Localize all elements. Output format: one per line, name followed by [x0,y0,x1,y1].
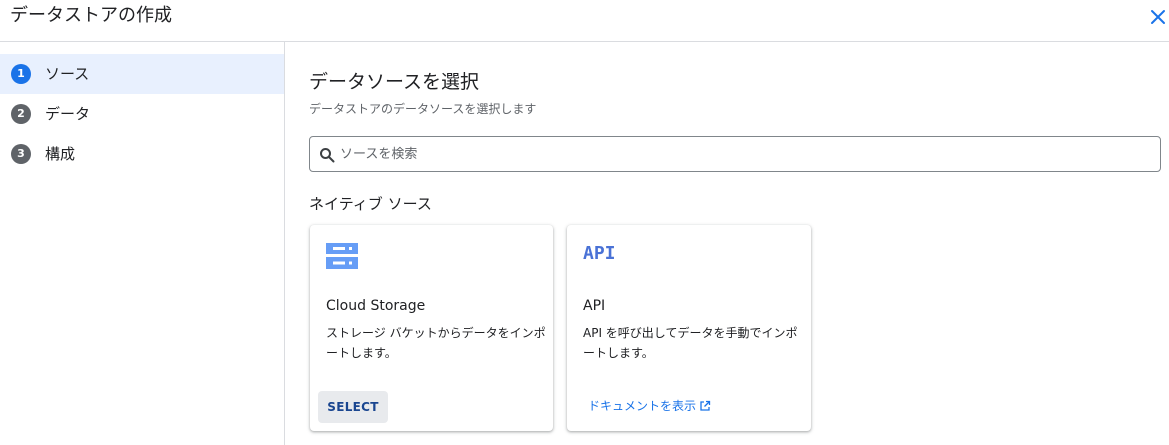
step-label: データ [45,105,91,123]
source-card-cloud-storage[interactable]: Cloud Storage ストレージ バケットからデータをインポートします。 … [310,225,553,431]
step-label: 構成 [45,145,76,163]
search-box [309,136,1161,172]
source-card-api[interactable]: API API API を呼び出してデータを手動でインポートします。 ドキュメン… [567,225,811,431]
api-icon-text: API [583,243,616,263]
step-label: ソース [45,65,90,83]
card-title: API [583,298,606,314]
step-number-badge: 1 [11,64,31,84]
search-input[interactable] [340,143,1140,165]
card-description: ストレージ バケットからデータをインポートします。 [326,326,546,360]
view-docs-link[interactable]: ドキュメントを表示 [588,397,711,415]
section-title: ネイティブ ソース [309,195,432,213]
step-config[interactable]: 3 構成 [0,134,284,174]
page-subtitle: データストアのデータソースを選択します [309,102,537,116]
search-icon [320,148,335,163]
main-content: データソースを選択 データストアのデータソースを選択します ネイティブ ソース … [286,42,1169,445]
step-source[interactable]: 1 ソース [0,54,284,94]
storage-icon [326,243,358,269]
dialog-title: データストアの作成 [10,5,172,26]
dialog-header: データストアの作成 [0,0,1169,42]
card-description: API を呼び出してデータを手動でインポートします。 [583,326,798,360]
view-docs-label: ドキュメントを表示 [588,399,697,413]
step-data[interactable]: 2 データ [0,94,284,134]
page-title: データソースを選択 [309,71,480,93]
close-icon[interactable] [1148,7,1168,27]
step-number-badge: 3 [11,144,31,164]
step-number-badge: 2 [11,104,31,124]
api-icon: API [583,243,616,263]
card-title: Cloud Storage [326,298,426,314]
stepper-sidebar: 1 ソース 2 データ 3 構成 [0,42,285,445]
external-link-icon [700,400,711,411]
select-button[interactable]: SELECT [318,391,388,423]
